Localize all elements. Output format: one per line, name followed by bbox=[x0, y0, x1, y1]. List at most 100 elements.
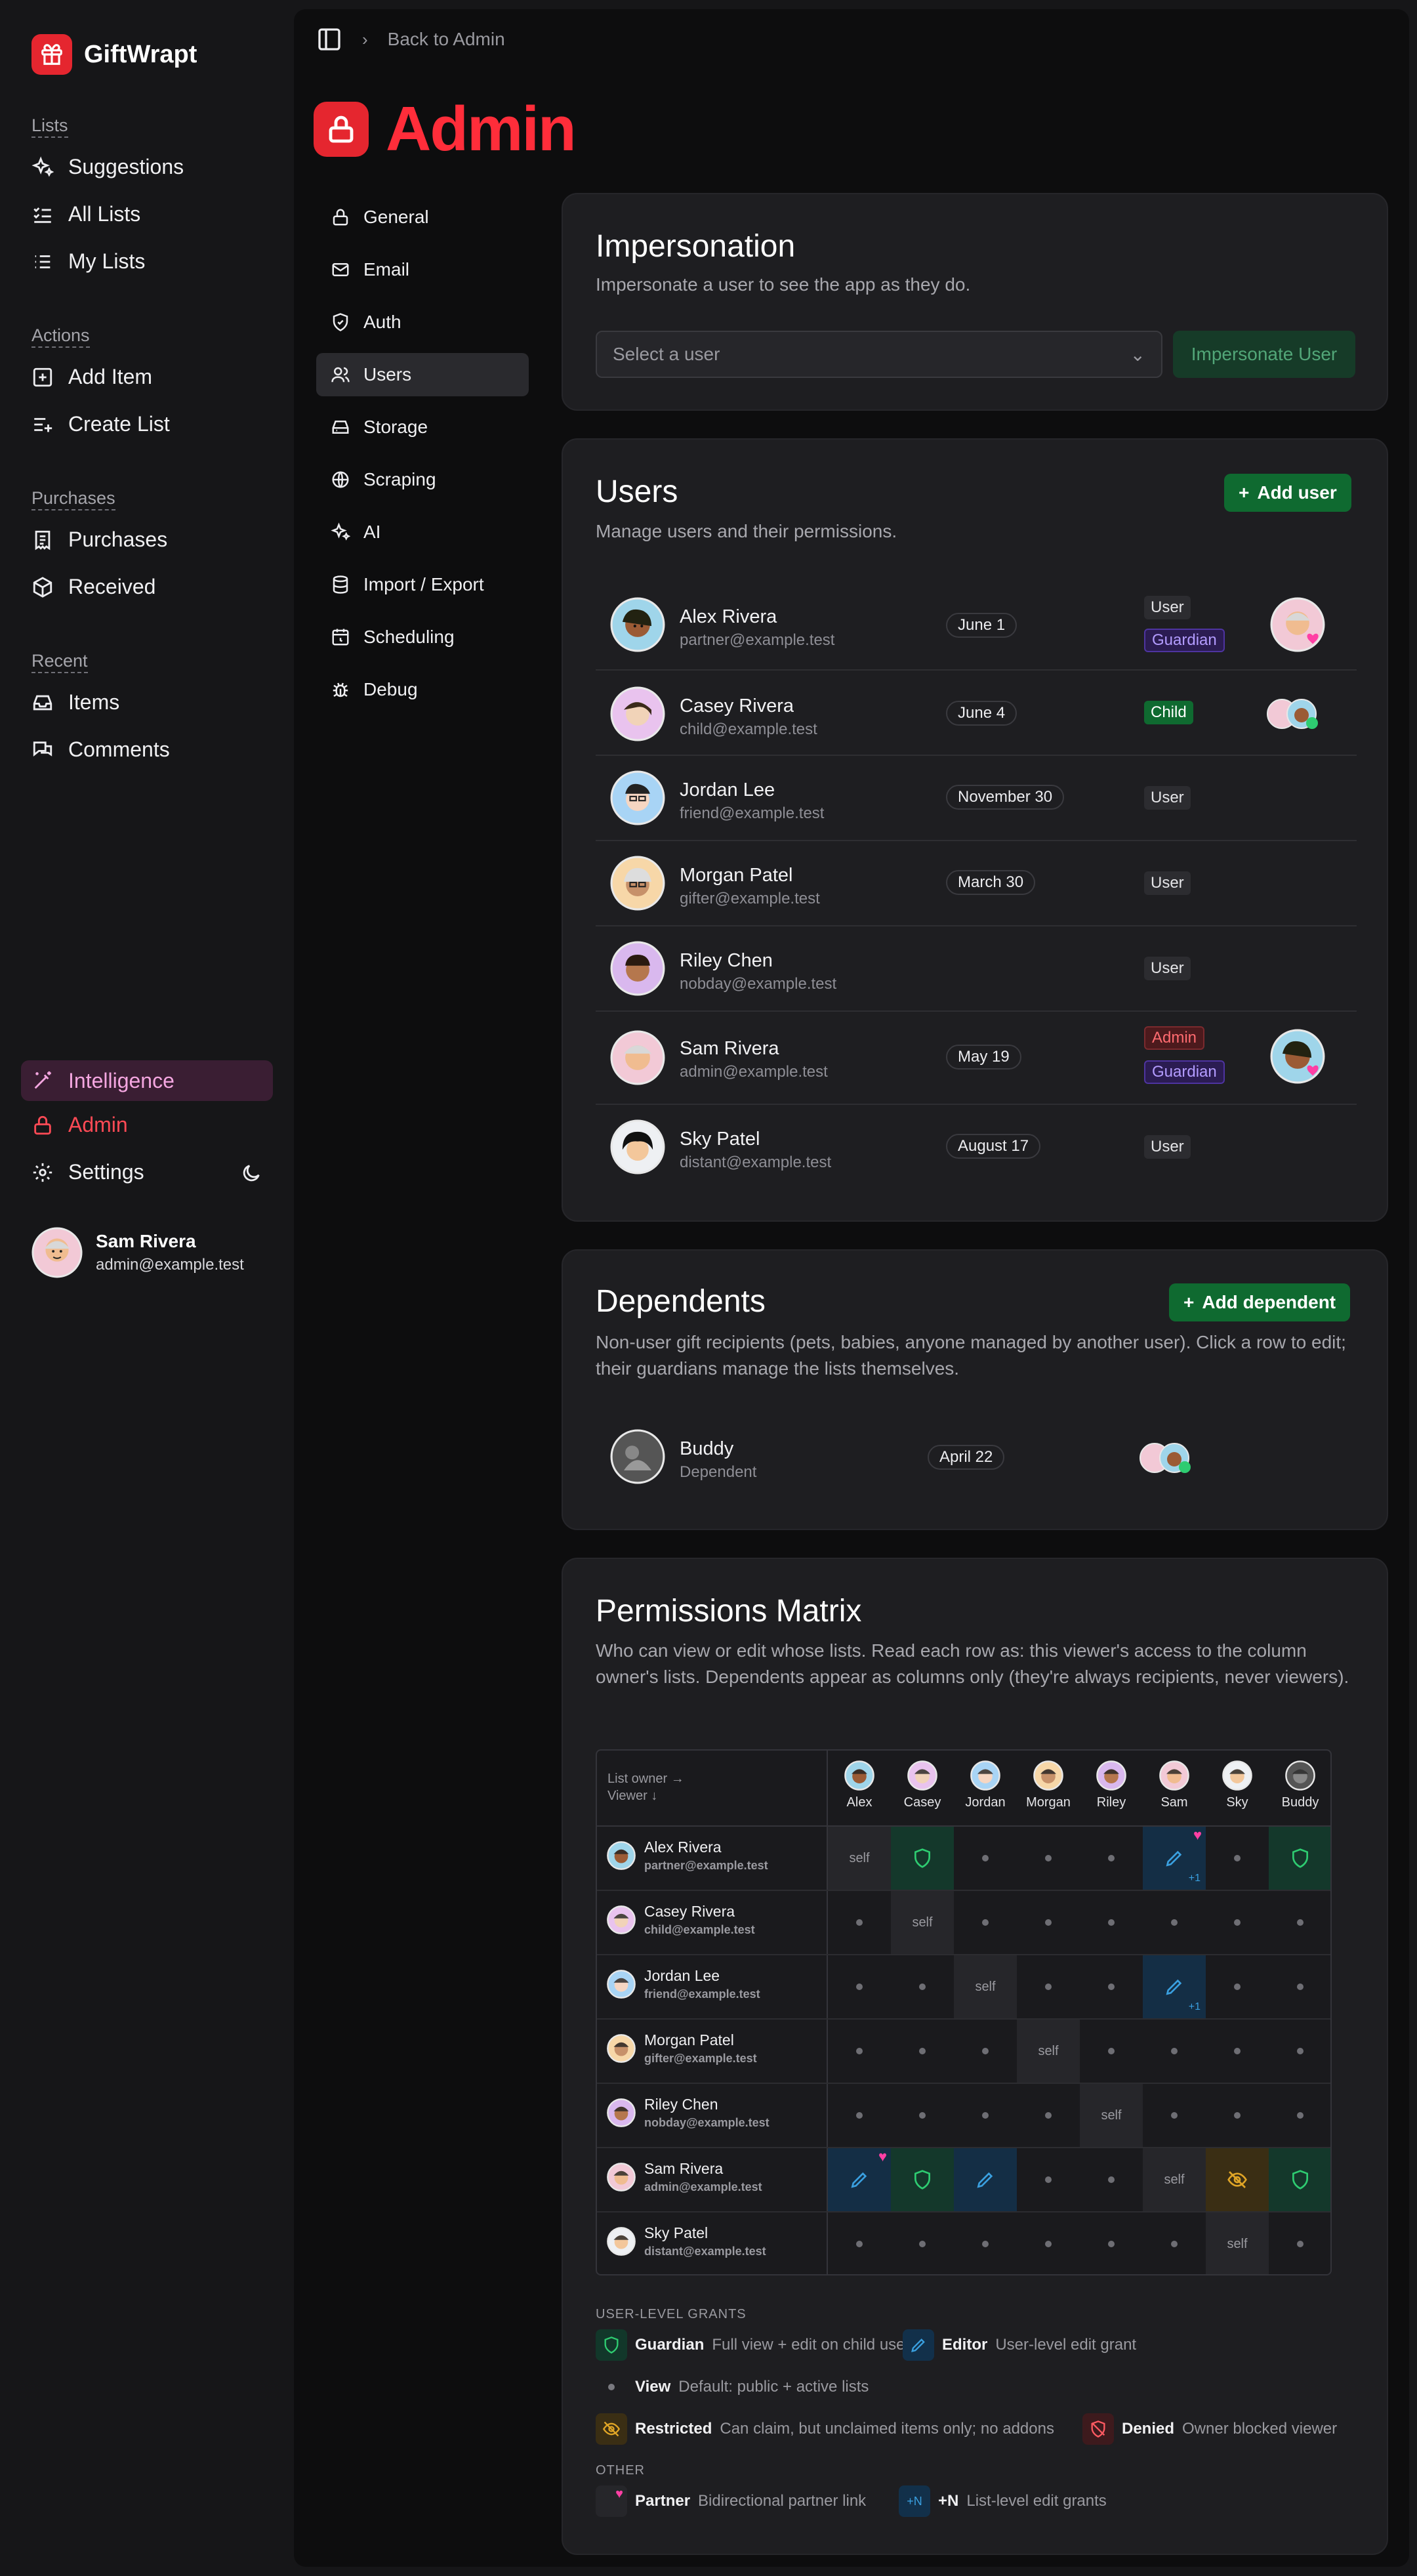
matrix-cell-view[interactable] bbox=[1206, 1827, 1269, 1890]
user-row[interactable]: Casey Rivera child@example.test June 4 C… bbox=[596, 671, 1357, 756]
user-row[interactable]: Sky Patel distant@example.test August 17… bbox=[596, 1105, 1357, 1190]
matrix-cell-view[interactable] bbox=[954, 1891, 1017, 1954]
matrix-cell-editor[interactable] bbox=[954, 2148, 1017, 2211]
matrix-cell-guardian[interactable] bbox=[891, 1827, 954, 1890]
matrix-cell-guardian[interactable] bbox=[1269, 2148, 1330, 2211]
app-logo[interactable]: GiftWrapt bbox=[31, 34, 197, 75]
subnav-debug[interactable]: Debug bbox=[316, 668, 529, 711]
matrix-cell-view[interactable] bbox=[1080, 2020, 1143, 2083]
user-row[interactable]: Sam Rivera admin@example.test May 19 Adm… bbox=[596, 1012, 1357, 1105]
user-row[interactable]: Alex Rivera partner@example.test June 1 … bbox=[596, 581, 1357, 671]
matrix-cell-guardian[interactable] bbox=[1269, 1827, 1330, 1890]
matrix-cell-view[interactable] bbox=[954, 2212, 1017, 2274]
subnav-scraping[interactable]: Scraping bbox=[316, 458, 529, 501]
matrix-cell-view[interactable] bbox=[891, 1955, 954, 2018]
matrix-cell-view[interactable] bbox=[891, 2084, 954, 2147]
matrix-cell-self[interactable]: self bbox=[954, 1955, 1017, 2018]
matrix-cell-view[interactable] bbox=[1017, 2084, 1080, 2147]
nav-admin[interactable]: Admin bbox=[31, 1113, 128, 1137]
sidebar-toggle-icon[interactable] bbox=[316, 26, 342, 52]
matrix-cell-editor[interactable]: +1 bbox=[1143, 1955, 1206, 2018]
matrix-cell-view[interactable] bbox=[1080, 2148, 1143, 2211]
impersonate-user-button[interactable]: Impersonate User bbox=[1173, 331, 1355, 378]
subnav-auth[interactable]: Auth bbox=[316, 301, 529, 344]
matrix-cell-view[interactable] bbox=[1017, 2148, 1080, 2211]
matrix-cell-view[interactable] bbox=[828, 1891, 891, 1954]
matrix-cell-view[interactable] bbox=[1143, 2084, 1206, 2147]
nav-received[interactable]: Received bbox=[31, 575, 155, 599]
dot-icon bbox=[1108, 2241, 1115, 2247]
matrix-cell-view[interactable] bbox=[1080, 1955, 1143, 2018]
matrix-cell-view[interactable] bbox=[1206, 2020, 1269, 2083]
nav-intelligence[interactable]: Intelligence bbox=[21, 1060, 273, 1101]
dependent-row[interactable]: Buddy Dependent April 22 bbox=[596, 1415, 1357, 1500]
subnav-import-export[interactable]: Import / Export bbox=[316, 563, 529, 606]
nav-all-lists[interactable]: All Lists bbox=[31, 202, 140, 226]
nav-create-list[interactable]: Create List bbox=[31, 412, 170, 436]
user-row[interactable]: Jordan Lee friend@example.test November … bbox=[596, 756, 1357, 841]
subnav-general[interactable]: General bbox=[316, 196, 529, 239]
subnav-ai[interactable]: AI bbox=[316, 510, 529, 554]
add-user-button[interactable]: + Add user bbox=[1224, 474, 1351, 512]
matrix-cell-view[interactable] bbox=[891, 2212, 954, 2274]
matrix-cell-editor[interactable]: ♥ +1 bbox=[1143, 1827, 1206, 1890]
matrix-cell-view[interactable] bbox=[1206, 1891, 1269, 1954]
matrix-cell-view[interactable] bbox=[828, 2020, 891, 2083]
matrix-cell-self[interactable]: self bbox=[828, 1827, 891, 1890]
matrix-cell-view[interactable] bbox=[1143, 1891, 1206, 1954]
matrix-cell-view[interactable] bbox=[1080, 1827, 1143, 1890]
matrix-cell-self[interactable]: self bbox=[1017, 2020, 1080, 2083]
back-to-admin-link[interactable]: Back to Admin bbox=[388, 29, 505, 50]
matrix-desc: Who can view or edit whose lists. Read e… bbox=[596, 1640, 1349, 1687]
nav-add-item[interactable]: Add Item bbox=[31, 365, 152, 389]
moon-icon[interactable] bbox=[240, 1162, 262, 1184]
subnav-storage[interactable]: Storage bbox=[316, 405, 529, 449]
subnav-scheduling[interactable]: Scheduling bbox=[316, 615, 529, 659]
add-dependent-button[interactable]: + Add dependent bbox=[1169, 1283, 1351, 1321]
matrix-cell-view[interactable] bbox=[1269, 2084, 1330, 2147]
matrix-cell-editor[interactable]: ♥ bbox=[828, 2148, 891, 2211]
matrix-cell-view[interactable] bbox=[891, 2020, 954, 2083]
current-user[interactable]: Sam Rivera admin@example.test bbox=[31, 1227, 244, 1278]
dot-icon bbox=[919, 2241, 926, 2247]
matrix-cell-view[interactable] bbox=[1143, 2212, 1206, 2274]
matrix-cell-view[interactable] bbox=[954, 1827, 1017, 1890]
matrix-cell-view[interactable] bbox=[1269, 2020, 1330, 2083]
matrix-cell-view[interactable] bbox=[1143, 2020, 1206, 2083]
matrix-cell-view[interactable] bbox=[1269, 1891, 1330, 1954]
subnav-email[interactable]: Email bbox=[316, 248, 529, 291]
matrix-cell-view[interactable] bbox=[1017, 1891, 1080, 1954]
matrix-cell-view[interactable] bbox=[1017, 1827, 1080, 1890]
nav-comments[interactable]: Comments bbox=[31, 737, 170, 762]
matrix-cell-view[interactable] bbox=[1080, 2212, 1143, 2274]
nav-my-lists[interactable]: My Lists bbox=[31, 249, 145, 274]
matrix-cell-guardian[interactable] bbox=[891, 2148, 954, 2211]
matrix-cell-self[interactable]: self bbox=[1206, 2212, 1269, 2274]
matrix-cell-view[interactable] bbox=[828, 2084, 891, 2147]
matrix-cell-view[interactable] bbox=[954, 2020, 1017, 2083]
matrix-cell-view[interactable] bbox=[828, 1955, 891, 2018]
matrix-cell-self[interactable]: self bbox=[1080, 2084, 1143, 2147]
subnav-users[interactable]: Users bbox=[316, 353, 529, 396]
matrix-cell-view[interactable] bbox=[1269, 2212, 1330, 2274]
matrix-cell-view[interactable] bbox=[828, 2212, 891, 2274]
matrix-cell-view[interactable] bbox=[1206, 2084, 1269, 2147]
nav-settings[interactable]: Settings bbox=[31, 1160, 144, 1184]
matrix-cell-self[interactable]: self bbox=[891, 1891, 954, 1954]
matrix-cell-view[interactable] bbox=[1080, 1891, 1143, 1954]
user-select[interactable]: Select a user ⌄ bbox=[596, 331, 1162, 378]
matrix-cell-self[interactable]: self bbox=[1143, 2148, 1206, 2211]
user-row[interactable]: Morgan Patel gifter@example.test March 3… bbox=[596, 841, 1357, 926]
nav-items[interactable]: Items bbox=[31, 690, 119, 715]
matrix-cell-view[interactable] bbox=[1269, 1955, 1330, 2018]
nav-purchases[interactable]: Purchases bbox=[31, 528, 167, 552]
matrix-cell-view[interactable] bbox=[954, 2084, 1017, 2147]
inbox-icon bbox=[33, 695, 52, 710]
matrix-cell-restricted[interactable] bbox=[1206, 2148, 1269, 2211]
matrix-cell-view[interactable] bbox=[1206, 1955, 1269, 2018]
role-badge: Guardian bbox=[1144, 629, 1225, 652]
matrix-cell-view[interactable] bbox=[1017, 1955, 1080, 2018]
user-row[interactable]: Riley Chen nobday@example.test User bbox=[596, 926, 1357, 1012]
matrix-cell-view[interactable] bbox=[1017, 2212, 1080, 2274]
nav-suggestions[interactable]: Suggestions bbox=[31, 155, 184, 179]
